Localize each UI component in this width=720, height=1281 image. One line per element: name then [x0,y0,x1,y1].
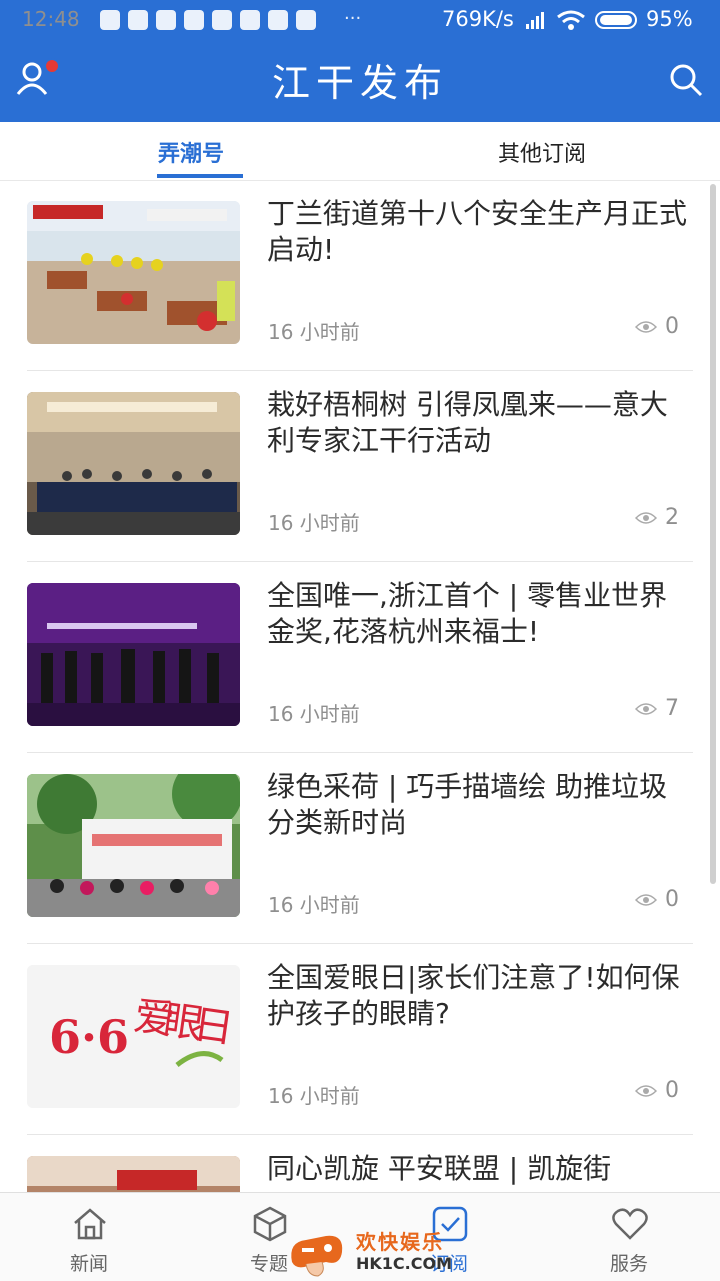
eye-day-number: 6·6 [49,1010,129,1064]
eye-icon [635,511,657,524]
watermark-line1: 欢快娱乐 [356,1230,444,1254]
article-title: 全国唯一,浙江首个 | 零售业世界金奖,花落杭州来福士! [267,579,668,648]
article-item[interactable]: 同心凯旋 平安联盟 | 凯旋街 [27,1135,693,1192]
app-notification-icon [156,10,176,30]
battery-icon [595,11,637,29]
article-time: 16 小时前 [268,320,360,344]
article-item[interactable]: 栽好梧桐树 引得凤凰来——意大利专家江干行活动 16 小时前 2 [27,371,693,562]
article-list[interactable]: 丁兰街道第十八个安全生产月正式启动! 16 小时前 0 栽好梧桐树 引得凤凰来—… [0,180,720,1192]
tab-nongchaohao[interactable]: 弄潮号 [158,136,224,168]
article-time: 16 小时前 [268,893,360,917]
status-time: 12:48 [22,7,80,31]
page-title: 江干发布 [271,61,448,105]
article-item[interactable]: 丁兰街道第十八个安全生产月正式启动! 16 小时前 0 [27,180,693,371]
article-item[interactable]: 绿色采荷 | 巧手描墙绘 助推垃圾分类新时尚 16 小时前 0 [27,753,693,944]
article-thumbnail [27,1156,240,1192]
nav-label: 服务 [609,1253,648,1275]
article-time: 16 小时前 [268,511,360,535]
nav-news[interactable]: 新闻 [29,1193,149,1281]
article-item[interactable]: 全国唯一,浙江首个 | 零售业世界金奖,花落杭州来福士! 16 小时前 7 [27,562,693,753]
article-title: 绿色采荷 | 巧手描墙绘 助推垃圾分类新时尚 [267,770,668,839]
app-notification-icon [100,10,120,30]
view-count-value: 7 [665,696,679,721]
watermark: 欢快娱乐 HK1C.COM [284,1222,452,1278]
view-count: 7 [635,696,679,721]
search-icon[interactable] [668,62,704,98]
tab-other-subscriptions[interactable]: 其他订阅 [498,136,586,168]
view-count: 2 [635,505,679,530]
eye-icon [635,1084,657,1097]
article-thumbnail [27,583,240,726]
eye-icon [635,702,657,715]
nav-service[interactable]: 服务 [569,1193,689,1281]
article-title: 同心凯旋 平安联盟 | 凯旋街 [267,1152,612,1185]
wifi-icon [557,10,585,30]
view-count: 0 [635,887,679,912]
article-thumbnail [27,392,240,535]
watermark-line2: HK1C.COM [356,1254,453,1273]
notification-icons: ··· [100,10,361,30]
app-header: 12:48 ··· 769K/s 95% 江干发布 [0,0,720,122]
view-count-value: 0 [665,1078,679,1103]
app-notification-icon [184,10,204,30]
article-thumbnail: 6·6 爱眼日 [27,965,240,1108]
view-count: 0 [635,1078,679,1103]
gamepad-hand-icon [291,1235,343,1277]
network-speed: 769K/s [442,7,514,31]
app-notification-icon [128,10,148,30]
tab-bar: 弄潮号 其他订阅 [0,122,720,181]
signal-icon [526,12,544,29]
active-tab-indicator [157,174,243,178]
view-count-value: 2 [665,505,679,530]
app-notification-icon [240,10,260,30]
app-notification-icon [296,10,316,30]
view-count-value: 0 [665,314,679,339]
article-item[interactable]: 6·6 爱眼日 全国爱眼日|家长们注意了!如何保护孩子的眼睛? 16 小时前 0 [27,944,693,1135]
eye-icon [635,320,657,333]
home-icon [74,1208,106,1240]
article-time: 16 小时前 [268,1084,360,1108]
heart-icon [612,1208,648,1240]
more-dots-icon: ··· [344,8,362,29]
eye-icon [635,893,657,906]
article-time: 16 小时前 [268,702,360,726]
scrollbar[interactable] [710,184,716,884]
app-notification-icon [212,10,232,30]
article-thumbnail [27,201,240,344]
article-title: 栽好梧桐树 引得凤凰来——意大利专家江干行活动 [267,388,668,457]
view-count: 0 [635,314,679,339]
battery-percent: 95% [646,7,693,31]
article-title: 全国爱眼日|家长们注意了!如何保护孩子的眼睛? [267,961,680,1030]
app-notification-icon [268,10,288,30]
article-thumbnail [27,774,240,917]
view-count-value: 0 [665,887,679,912]
status-bar: 12:48 ··· 769K/s 95% [0,0,720,40]
nav-label: 新闻 [69,1253,108,1275]
article-title: 丁兰街道第十八个安全生产月正式启动! [267,197,688,266]
